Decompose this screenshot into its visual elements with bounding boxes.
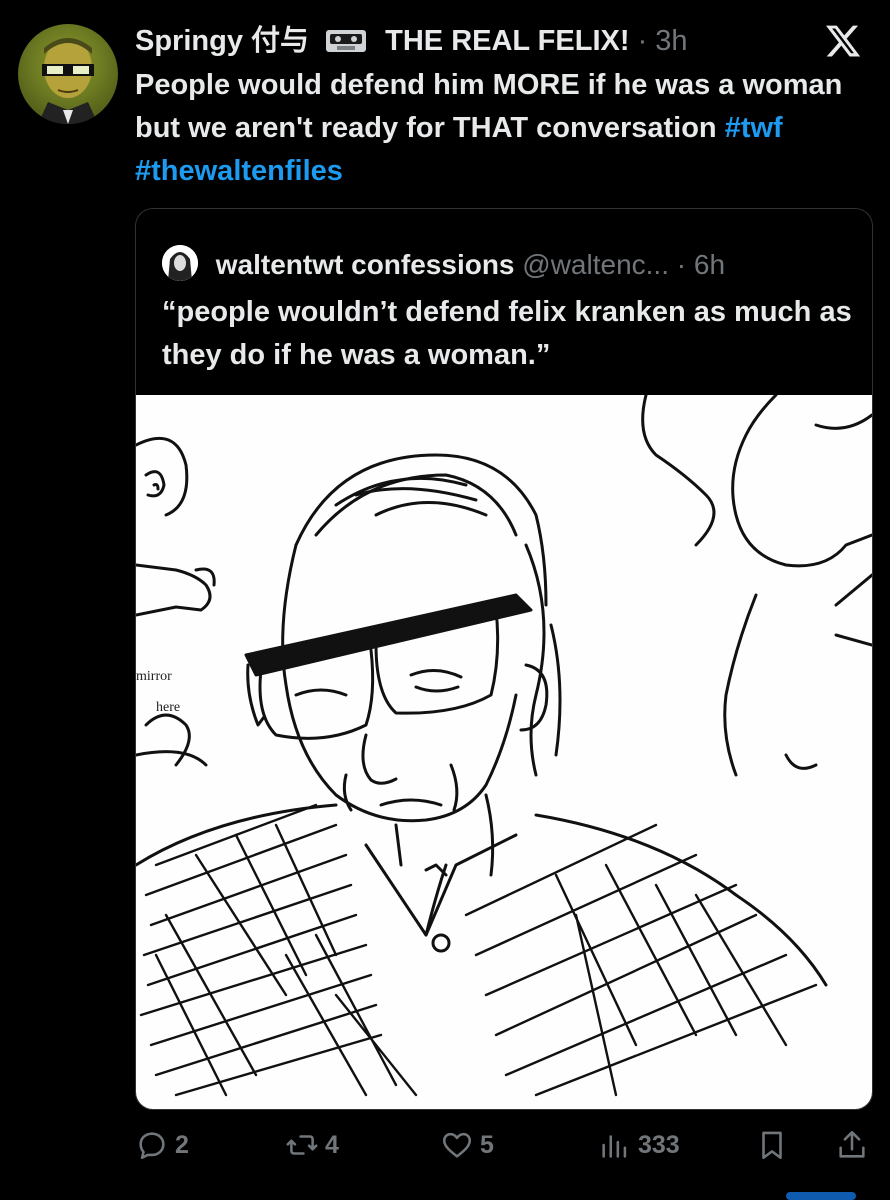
scroll-indicator — [786, 1192, 856, 1200]
sketch-note-here: here — [156, 700, 180, 715]
hashtag-thewaltenfiles[interactable]: #thewaltenfiles — [135, 155, 343, 187]
quoted-handle: @waltenc... — [522, 249, 669, 280]
heart-icon — [442, 1132, 472, 1158]
x-logo-icon[interactable] — [824, 22, 862, 60]
share-button[interactable] — [835, 1125, 869, 1165]
action-bar: 2 4 5 333 — [135, 1125, 870, 1165]
avatar[interactable] — [18, 24, 118, 124]
repost-count: 4 — [325, 1130, 339, 1159]
like-button[interactable]: 5 — [440, 1125, 494, 1165]
avatar-image — [38, 38, 98, 124]
quoted-time: · 6h — [676, 249, 726, 280]
repost-icon — [286, 1135, 318, 1155]
post-header: Springy 付与 THE REAL FELIX! · 3h — [135, 24, 810, 58]
post-time[interactable]: · 3h — [638, 25, 688, 57]
quoted-image[interactable]: mirror here — [136, 393, 872, 1109]
quoted-post[interactable]: waltentwt confessions @waltenc... · 6h “… — [135, 208, 873, 1110]
views-count: 333 — [638, 1130, 680, 1159]
quoted-avatar[interactable] — [162, 245, 198, 281]
like-count: 5 — [480, 1130, 494, 1159]
author-tag: THE REAL FELIX! — [385, 25, 630, 57]
author-name[interactable]: Springy 付与 — [135, 25, 309, 57]
reply-button[interactable]: 2 — [135, 1125, 189, 1165]
quoted-text: “people wouldn’t defend felix kranken as… — [162, 296, 852, 371]
reply-icon — [139, 1132, 165, 1160]
bookmark-button[interactable] — [755, 1125, 789, 1165]
views-button[interactable]: 333 — [598, 1125, 680, 1165]
bookmark-icon — [762, 1131, 782, 1160]
quoted-author: waltentwt confessions — [215, 249, 515, 280]
quoted-post-header: waltentwt confessions @waltenc... · 6h — [162, 245, 725, 282]
reply-count: 2 — [175, 1130, 189, 1159]
quoted-avatar-image — [162, 245, 198, 281]
repost-button[interactable]: 4 — [285, 1125, 339, 1165]
hashtag-twf[interactable]: #twf — [725, 112, 783, 144]
sketch-note-mirror: mirror — [136, 669, 172, 684]
share-icon — [839, 1130, 865, 1158]
videocassette-icon — [326, 30, 367, 52]
views-chart-icon — [602, 1135, 627, 1158]
sketch-drawing: mirror here — [136, 393, 872, 1097]
post-text: People would defend him MORE if he was a… — [135, 64, 855, 193]
